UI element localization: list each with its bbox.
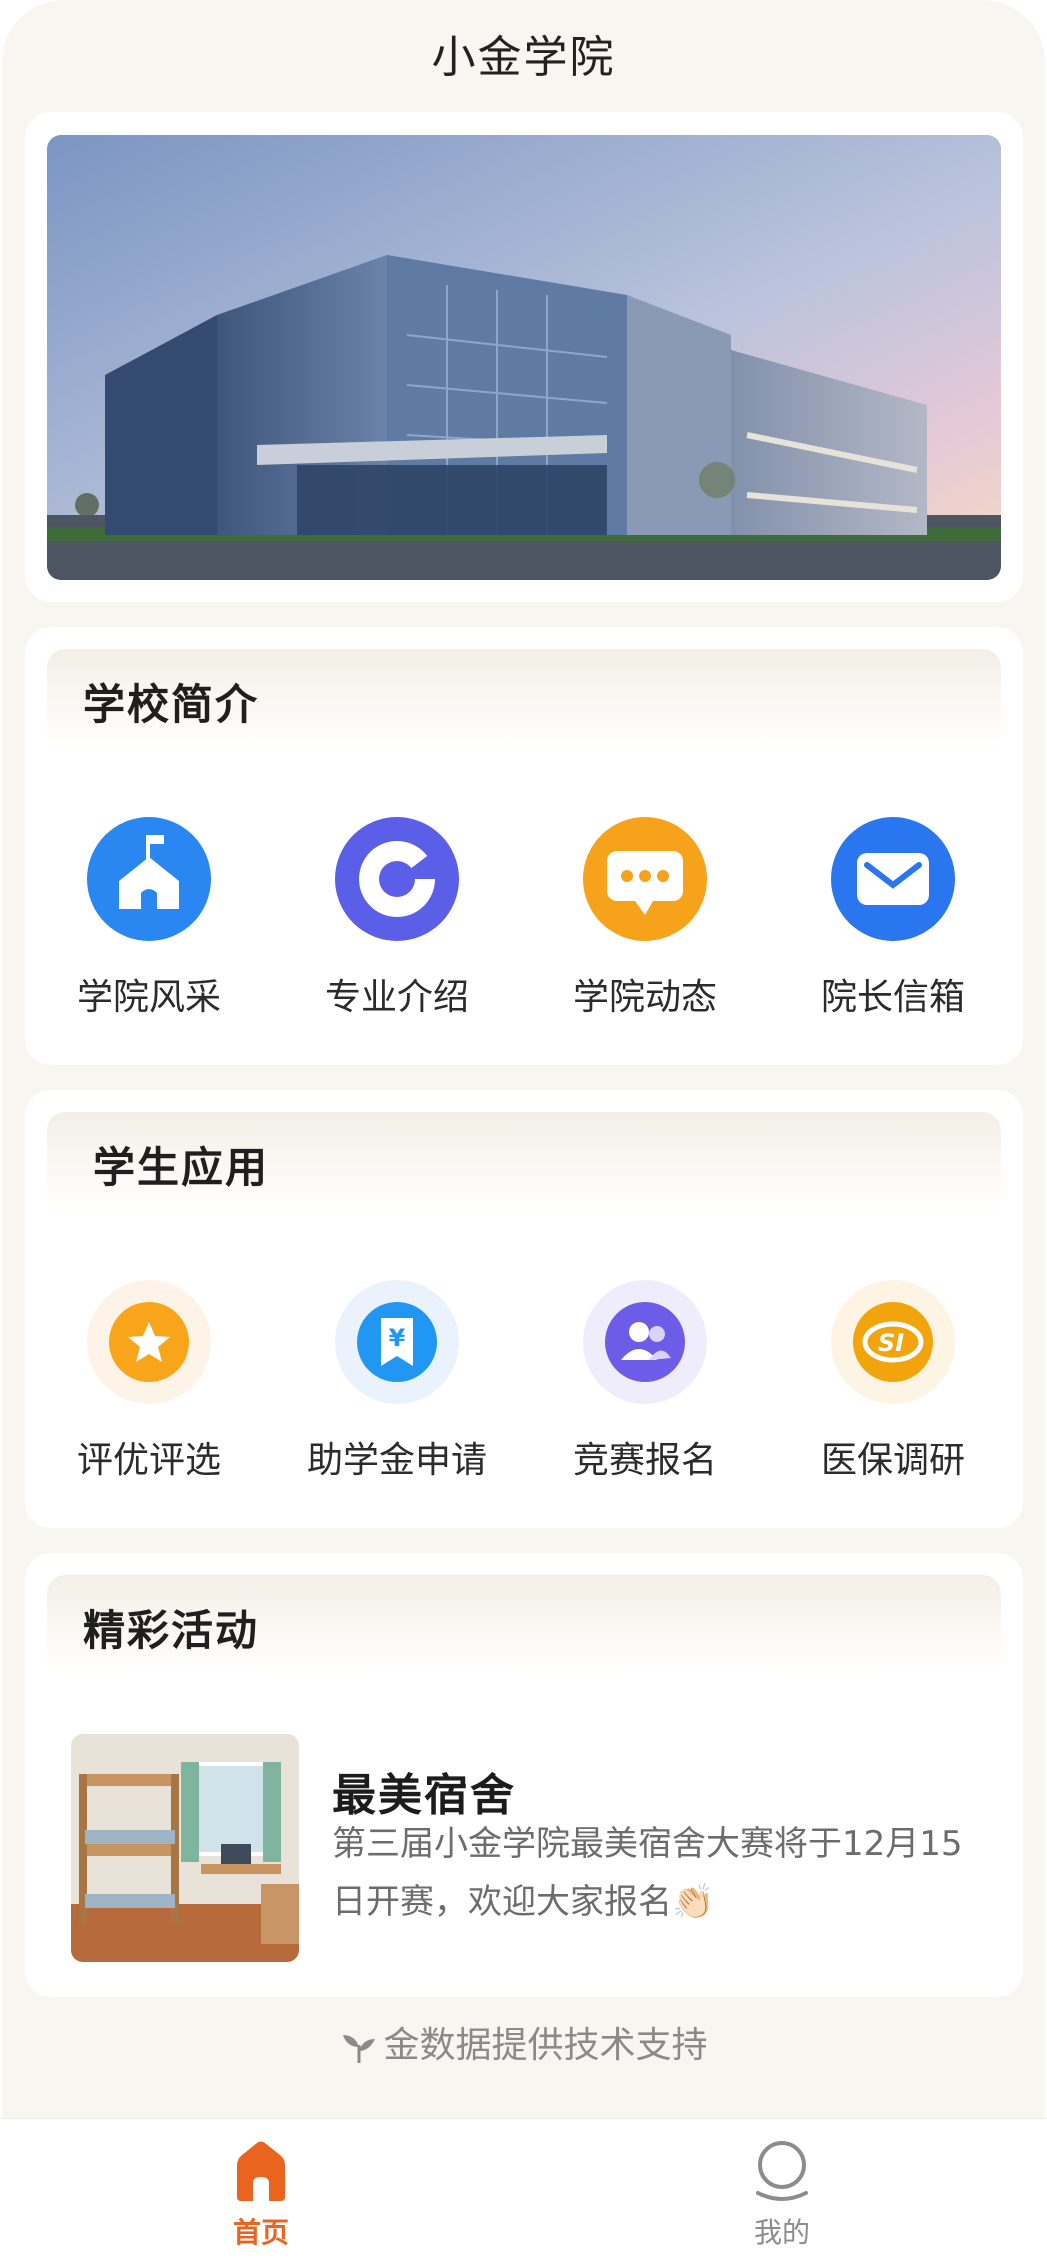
- grid-item-college-style[interactable]: 学院风采: [25, 817, 273, 1027]
- grid-item-president-mailbox[interactable]: 院长信箱: [769, 817, 1017, 1027]
- svg-text:SI: SI: [878, 1329, 904, 1357]
- grid-item-insurance-survey[interactable]: SI 医保调研: [769, 1280, 1017, 1490]
- student-apps-title: 学生应用: [93, 1143, 270, 1192]
- home-icon: [237, 2141, 285, 2201]
- grid-item-competition-signup[interactable]: 竞赛报名: [521, 1280, 769, 1490]
- sprout-icon: [343, 2035, 376, 2063]
- mail-icon: [831, 817, 955, 941]
- svg-text:¥: ¥: [389, 1324, 406, 1352]
- student-apps-card: 学生应用 评优评选 ¥ 助学金申请 竞赛报名 SI 医保调研: [25, 1090, 1023, 1528]
- tab-home[interactable]: 首页: [161, 2119, 361, 2265]
- tab-home-label: 首页: [232, 2216, 289, 2249]
- grid-label: 院长信箱: [820, 977, 965, 1018]
- activity-description: 第三届小金学院最美宿舍大赛将于12月15日开赛，欢迎大家报名👏🏻: [332, 1824, 963, 1922]
- chat-bubble-icon: [583, 817, 707, 941]
- grid-item-major-intro[interactable]: 专业介绍: [273, 817, 521, 1027]
- school-intro-card: 学校简介 学院风采 专业介绍 学院动态 院长信箱: [25, 627, 1023, 1065]
- grid-item-grant-apply[interactable]: ¥ 助学金申请: [273, 1280, 521, 1490]
- grid-label: 学院动态: [572, 977, 717, 1018]
- hero-card: [25, 112, 1023, 602]
- star-icon: [87, 1280, 211, 1404]
- grid-label: 竞赛报名: [572, 1440, 717, 1481]
- activities-title: 精彩活动: [83, 1606, 260, 1655]
- tab-mine-label: 我的: [753, 2216, 810, 2249]
- grid-label: 学院风采: [76, 977, 221, 1018]
- footer-note-text: 金数据提供技术支持: [383, 2025, 708, 2066]
- grid-label: 专业介绍: [324, 977, 469, 1018]
- grid-label: 评优评选: [76, 1440, 221, 1481]
- grid-item-college-news[interactable]: 学院动态: [521, 817, 769, 1027]
- school-intro-title: 学校简介: [83, 680, 260, 729]
- users-icon: [583, 1280, 707, 1404]
- dormitory-photo: [71, 1734, 299, 1962]
- page-title: 小金学院: [431, 32, 616, 83]
- c-ring-icon: [335, 817, 459, 941]
- user-icon: [756, 2141, 808, 2201]
- footer-note: 金数据提供技术支持: [0, 2018, 1047, 2074]
- hero-banner-image[interactable]: [47, 135, 1001, 580]
- yuan-bookmark-icon: ¥: [335, 1280, 459, 1404]
- campus-building-photo: [47, 135, 1001, 580]
- grid-label: 医保调研: [820, 1440, 965, 1481]
- activity-title: 最美宿舍: [332, 1770, 516, 1821]
- school-house-icon: [87, 817, 211, 941]
- grid-label: 助学金申请: [306, 1440, 487, 1481]
- bottom-tab-bar: 首页 我的: [0, 2118, 1047, 2265]
- grid-item-awards[interactable]: 评优评选: [25, 1280, 273, 1490]
- tab-mine[interactable]: 我的: [682, 2119, 882, 2265]
- activities-card: 精彩活动 最美宿舍 第三届小金学院最美宿舍大赛将于12月15日开赛，欢迎大家报名…: [25, 1553, 1023, 1997]
- si-logo-icon: SI: [831, 1280, 955, 1404]
